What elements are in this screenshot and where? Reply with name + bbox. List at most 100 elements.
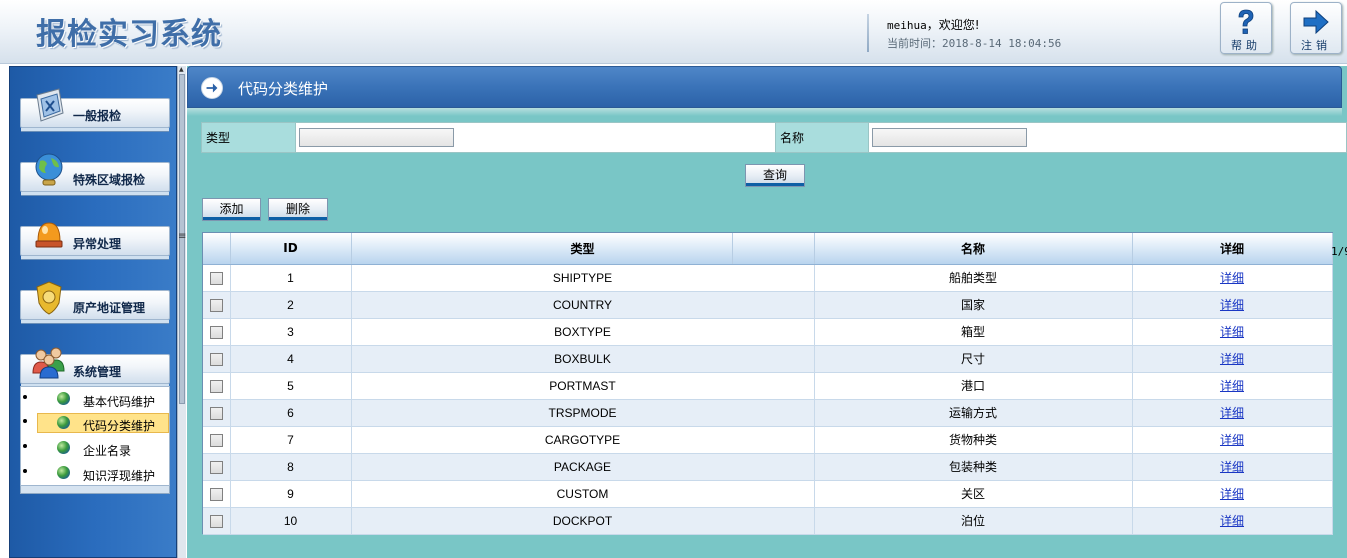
cell-detail: 详细 <box>1132 480 1333 508</box>
cell-type: BOXTYPE <box>351 318 815 346</box>
submenu-knowledge[interactable]: 知识浮现维护 <box>21 463 171 485</box>
detail-link[interactable]: 详细 <box>1220 271 1244 285</box>
menu-system-management[interactable]: 系统管理 <box>20 347 170 388</box>
row-checkbox[interactable] <box>209 406 223 420</box>
type-input[interactable] <box>299 128 454 147</box>
current-time-label: 当前时间： <box>887 37 942 50</box>
detail-link[interactable]: 详细 <box>1220 406 1244 420</box>
help-button[interactable]: 帮助 <box>1220 2 1272 54</box>
cell-type: BOXBULK <box>351 345 815 373</box>
table-row: 2 COUNTRY 国家 详细 <box>203 291 1333 319</box>
row-checkbox[interactable] <box>209 379 223 393</box>
bullet <box>23 419 27 423</box>
query-button[interactable]: 查询 <box>745 164 805 187</box>
menu-label: 一般报检 <box>73 109 122 123</box>
column-header-id[interactable]: ID <box>230 233 352 265</box>
detail-link[interactable]: 详细 <box>1220 325 1244 339</box>
add-button[interactable]: 添加 <box>202 198 261 221</box>
cell-name: 船舶类型 <box>814 264 1133 292</box>
globe-icon <box>35 153 63 186</box>
row-checkbox-cell <box>203 480 231 508</box>
cell-detail: 详细 <box>1132 264 1333 292</box>
row-checkbox[interactable] <box>209 298 223 312</box>
detail-link[interactable]: 详细 <box>1220 460 1244 474</box>
menu-label: 异常处理 <box>73 237 122 251</box>
menu-exception-handling[interactable]: 异常处理 <box>20 222 170 260</box>
detail-link[interactable]: 详细 <box>1220 487 1244 501</box>
column-header-type[interactable]: 类型 <box>351 233 815 265</box>
badge-icon <box>36 281 62 315</box>
row-checkbox-cell <box>203 372 231 400</box>
cell-detail: 详细 <box>1132 399 1333 427</box>
cell-name: 国家 <box>814 291 1133 319</box>
table-header-row: ID 类型 名称 详细 <box>203 233 1333 265</box>
submenu-label: 知识浮现维护 <box>83 469 156 483</box>
cell-type: SHIPTYPE <box>351 264 815 292</box>
welcome-message: meihua，欢迎您! <box>887 16 980 33</box>
globe-icon <box>57 416 70 429</box>
menu-general-inspection[interactable]: 一般报检 <box>20 88 170 132</box>
row-checkbox-cell <box>203 453 231 481</box>
detail-link[interactable]: 详细 <box>1220 352 1244 366</box>
menu-origin-certificate[interactable]: 原产地证管理 <box>20 281 170 324</box>
menu-label: 系统管理 <box>73 365 122 379</box>
select-column-header <box>203 233 231 265</box>
menu-special-area-inspection[interactable]: 特殊区域报检 <box>20 153 170 196</box>
submenu-label: 企业名录 <box>83 444 132 458</box>
row-checkbox[interactable] <box>209 352 223 366</box>
delete-button[interactable]: 删除 <box>268 198 328 221</box>
submenu-enterprise-directory[interactable]: 企业名录 <box>21 438 171 460</box>
table-row: 9 CUSTOM 关区 详细 <box>203 480 1333 508</box>
submenu-code-category[interactable]: 代码分类维护 <box>21 413 171 435</box>
cell-detail: 详细 <box>1132 291 1333 319</box>
row-checkbox[interactable] <box>209 514 223 528</box>
bullet <box>23 395 27 399</box>
detail-link[interactable]: 详细 <box>1220 379 1244 393</box>
system-management-submenu: 基本代码维护 代码分类维护 企业名录 知识浮现维护 <box>20 386 170 486</box>
cell-type: TRSPMODE <box>351 399 815 427</box>
cell-id: 9 <box>230 480 352 508</box>
column-header-name[interactable]: 名称 <box>814 233 1133 265</box>
column-header-detail[interactable]: 详细 <box>1132 233 1333 265</box>
table-row: 10 DOCKPOT 泊位 详细 <box>203 507 1333 535</box>
sidebar-scrollbar[interactable]: ▲ ≡ <box>177 66 186 558</box>
submenu-basic-code[interactable]: 基本代码维护 <box>21 389 171 411</box>
detail-link[interactable]: 详细 <box>1220 433 1244 447</box>
menu-label: 特殊区域报检 <box>73 173 146 187</box>
logout-button[interactable]: 注销 <box>1290 2 1342 54</box>
cell-name: 运输方式 <box>814 399 1133 427</box>
title-shadow <box>187 108 1342 116</box>
row-checkbox[interactable] <box>209 271 223 285</box>
detail-link[interactable]: 详细 <box>1220 514 1244 528</box>
name-label: 名称 <box>775 123 869 152</box>
cell-type: PACKAGE <box>351 453 815 481</box>
scroll-up-icon[interactable]: ▲ <box>179 66 184 73</box>
username: meihua <box>887 19 927 32</box>
row-checkbox[interactable] <box>209 433 223 447</box>
name-input[interactable] <box>872 128 1027 147</box>
detail-link[interactable]: 详细 <box>1220 298 1244 312</box>
cell-id: 10 <box>230 507 352 535</box>
globe-icon <box>57 466 70 479</box>
cell-name: 关区 <box>814 480 1133 508</box>
cell-id: 3 <box>230 318 352 346</box>
cell-detail: 详细 <box>1132 507 1333 535</box>
row-checkbox[interactable] <box>209 325 223 339</box>
top-header: 报检实习系统 meihua，欢迎您! 当前时间：2018-8-14 18:04:… <box>0 0 1347 64</box>
cell-name: 货物种类 <box>814 426 1133 454</box>
row-checkbox-cell <box>203 318 231 346</box>
current-time: 当前时间：2018-8-14 18:04:56 <box>887 35 1061 51</box>
table-body: 1 SHIPTYPE 船舶类型 详细 2 COUNTRY 国家 详细 3 BOXTYPE 箱型 详细 4… <box>203 264 1333 535</box>
cell-type: DOCKPOT <box>351 507 815 535</box>
table-row: 1 SHIPTYPE 船舶类型 详细 <box>203 264 1333 292</box>
cell-id: 2 <box>230 291 352 319</box>
bullet <box>23 469 27 473</box>
filter-bar: 类型 名称 <box>201 122 1347 153</box>
row-checkbox[interactable] <box>209 487 223 501</box>
row-checkbox-cell <box>203 399 231 427</box>
row-checkbox[interactable] <box>209 460 223 474</box>
current-time-value: 2018-8-14 18:04:56 <box>942 37 1062 50</box>
row-checkbox-cell <box>203 426 231 454</box>
cell-id: 1 <box>230 264 352 292</box>
splitter-grip-icon[interactable]: ≡ <box>178 232 186 242</box>
